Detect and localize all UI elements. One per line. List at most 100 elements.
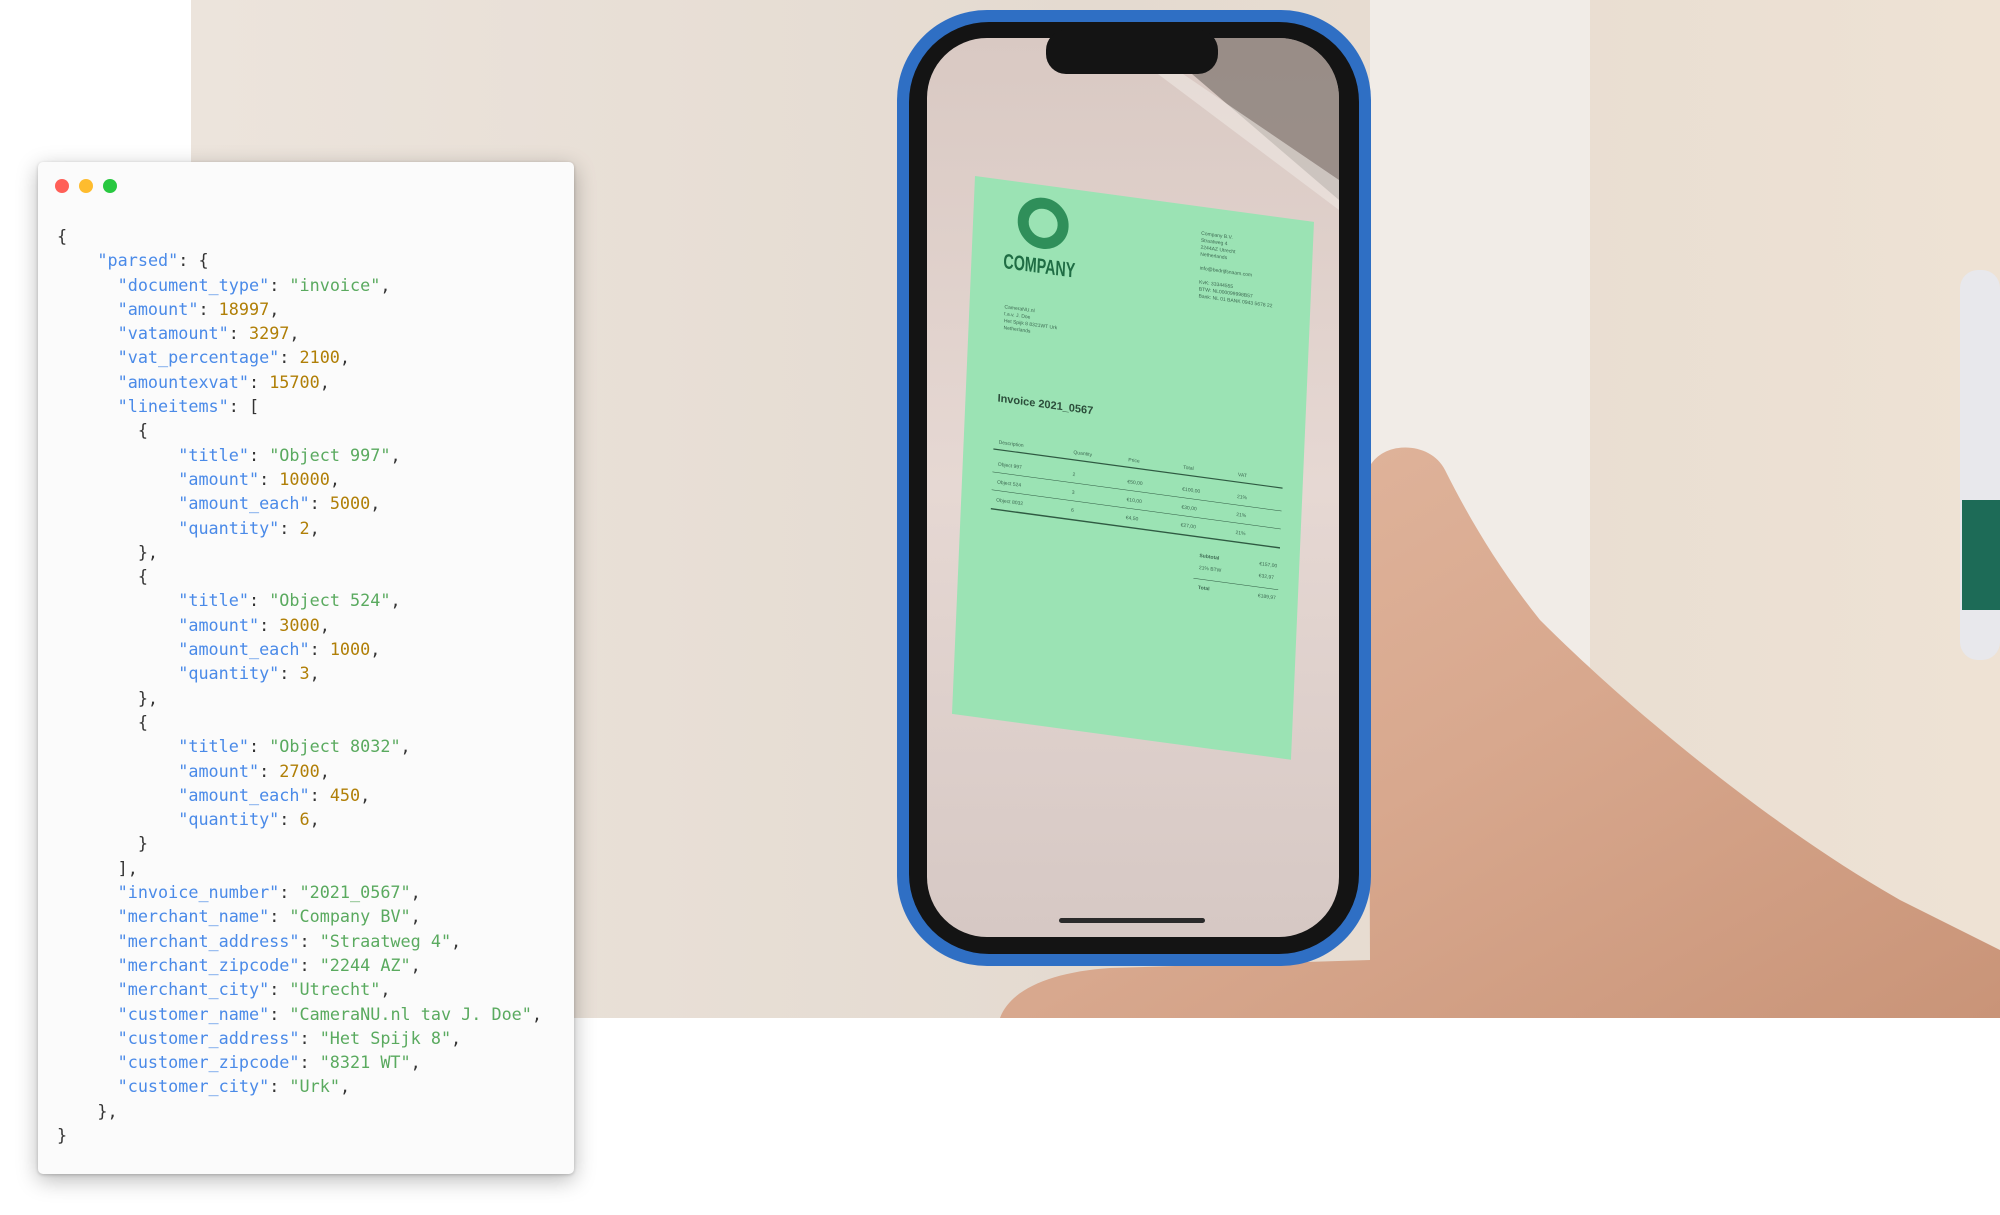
json-punct-token: : [ — [228, 396, 260, 417]
code-line: "parsed": { — [57, 248, 542, 272]
json-punct-token — [57, 931, 118, 951]
code-line: "title": "Object 997", — [57, 443, 542, 467]
maximize-icon[interactable] — [103, 179, 117, 193]
json-punct-token: ], — [57, 857, 138, 878]
json-punct-token — [57, 299, 118, 319]
json-str-token: "Urk" — [289, 1076, 340, 1097]
json-num-token: 3297 — [248, 323, 290, 344]
json-punct-token — [57, 882, 118, 902]
json-str-token: "Object 8032" — [269, 736, 401, 757]
json-str-token: "CameraNU.nl tav J. Doe" — [289, 1003, 532, 1024]
json-punct-token: , — [360, 784, 371, 805]
code-line: "title": "Object 524", — [57, 588, 542, 612]
json-punct-token: : — [279, 809, 300, 830]
json-punct-token: , — [339, 347, 351, 368]
json-punct-token — [57, 955, 118, 975]
table-header-cell: VAT — [1238, 472, 1247, 479]
code-line: "merchant_city": "Utrecht", — [57, 977, 542, 1001]
code-line: { — [57, 564, 542, 588]
json-key-token: "title" — [178, 590, 249, 611]
json-punct-token: : — [269, 906, 290, 927]
code-line: "vatamount": 3297, — [57, 321, 542, 345]
json-num-token: 15700 — [269, 371, 320, 392]
code-line: "amount": 10000, — [57, 467, 542, 491]
json-punct-token: , — [380, 979, 391, 1000]
json-str-token: "Company BV" — [289, 906, 411, 927]
json-punct-token: : — [299, 1052, 320, 1073]
json-key-token: "lineitems" — [117, 396, 229, 417]
code-line: "lineitems": [ — [57, 394, 542, 418]
json-punct-token: , — [370, 493, 381, 514]
code-line: "amountexvat": 15700, — [57, 370, 542, 394]
json-punct-token — [57, 736, 178, 756]
json-key-token: "title" — [178, 736, 249, 757]
window-controls — [55, 179, 117, 193]
json-punct-token: , — [390, 444, 401, 465]
code-line: "amount": 18997, — [57, 297, 542, 321]
json-punct-token — [57, 906, 118, 926]
code-line: "amount_each": 1000, — [57, 637, 542, 661]
phone-notch — [1046, 30, 1218, 74]
json-key-token: "amount_each" — [178, 493, 310, 514]
json-punct-token: : { — [178, 250, 209, 271]
json-punct-token: : — [248, 590, 270, 611]
json-punct-token: , — [451, 930, 462, 951]
json-punct-token — [57, 809, 178, 829]
code-line: ], — [57, 856, 542, 880]
code-line: "amount": 2700, — [57, 759, 542, 783]
json-punct-token: : — [299, 954, 320, 975]
json-punct-token — [57, 323, 118, 343]
json-punct-token: , — [410, 1052, 421, 1073]
json-punct-token — [57, 493, 178, 513]
json-punct-token — [57, 639, 178, 659]
json-punct-token: { — [57, 420, 148, 441]
json-num-token: 18997 — [218, 298, 270, 319]
json-punct-token: , — [410, 882, 421, 903]
json-punct-token: : — [299, 1027, 320, 1048]
json-punct-token: , — [269, 298, 280, 319]
json-punct-token — [57, 1028, 118, 1048]
json-key-token: "merchant_name" — [117, 906, 270, 927]
json-punct-token: : — [259, 760, 280, 781]
json-num-token: 2100 — [299, 347, 340, 368]
json-punct-token — [57, 275, 118, 295]
json-punct-token: , — [370, 639, 381, 660]
json-str-token: "Utrecht" — [289, 979, 381, 1000]
code-line: "title": "Object 8032", — [57, 734, 542, 758]
json-num-token: 3000 — [279, 614, 320, 635]
code-line: "vat_percentage": 2100, — [57, 345, 542, 369]
table-cell: 3 — [1072, 490, 1075, 496]
json-punct-token: , — [380, 274, 391, 295]
json-punct-token — [57, 615, 178, 635]
code-line: "merchant_address": "Straatweg 4", — [57, 929, 542, 953]
json-key-token: "amount" — [178, 614, 260, 635]
json-key-token: "merchant_zipcode" — [117, 954, 300, 975]
code-line: "amount_each": 450, — [57, 783, 542, 807]
json-punct-token — [57, 396, 118, 416]
code-line: "customer_name": "CameraNU.nl tav J. Doe… — [57, 1002, 542, 1026]
json-str-token: "Object 524" — [269, 590, 391, 611]
json-key-token: "vat_percentage" — [117, 347, 280, 368]
json-punct-token: }, — [57, 1100, 118, 1121]
json-key-token: "invoice_number" — [117, 882, 280, 903]
json-punct-token: , — [410, 906, 421, 927]
json-punct-token: : — [269, 1076, 290, 1097]
minimize-icon[interactable] — [79, 179, 93, 193]
table-cell: 6 — [1071, 508, 1074, 514]
json-punct-token: } — [57, 833, 148, 854]
code-line: "quantity": 6, — [57, 807, 542, 831]
json-num-token: 2700 — [279, 760, 320, 781]
code-line: }, — [57, 1099, 542, 1123]
table-cell: 2 — [1072, 472, 1075, 478]
code-line: "customer_address": "Het Spijk 8", — [57, 1026, 542, 1050]
json-str-token: "Object 997" — [269, 444, 391, 465]
json-punct-token: }, — [57, 687, 159, 708]
json-punct-token: : — [309, 639, 330, 660]
json-punct-token — [57, 372, 118, 392]
close-icon[interactable] — [55, 179, 69, 193]
json-key-token: "title" — [178, 444, 249, 465]
json-punct-token: { — [57, 566, 148, 587]
invoice-document: COMPANY Company B.V.Straatweg 42244AZ Ut… — [951, 176, 1314, 760]
json-num-token: 450 — [329, 784, 361, 805]
json-key-token: "amountexvat" — [117, 371, 249, 392]
